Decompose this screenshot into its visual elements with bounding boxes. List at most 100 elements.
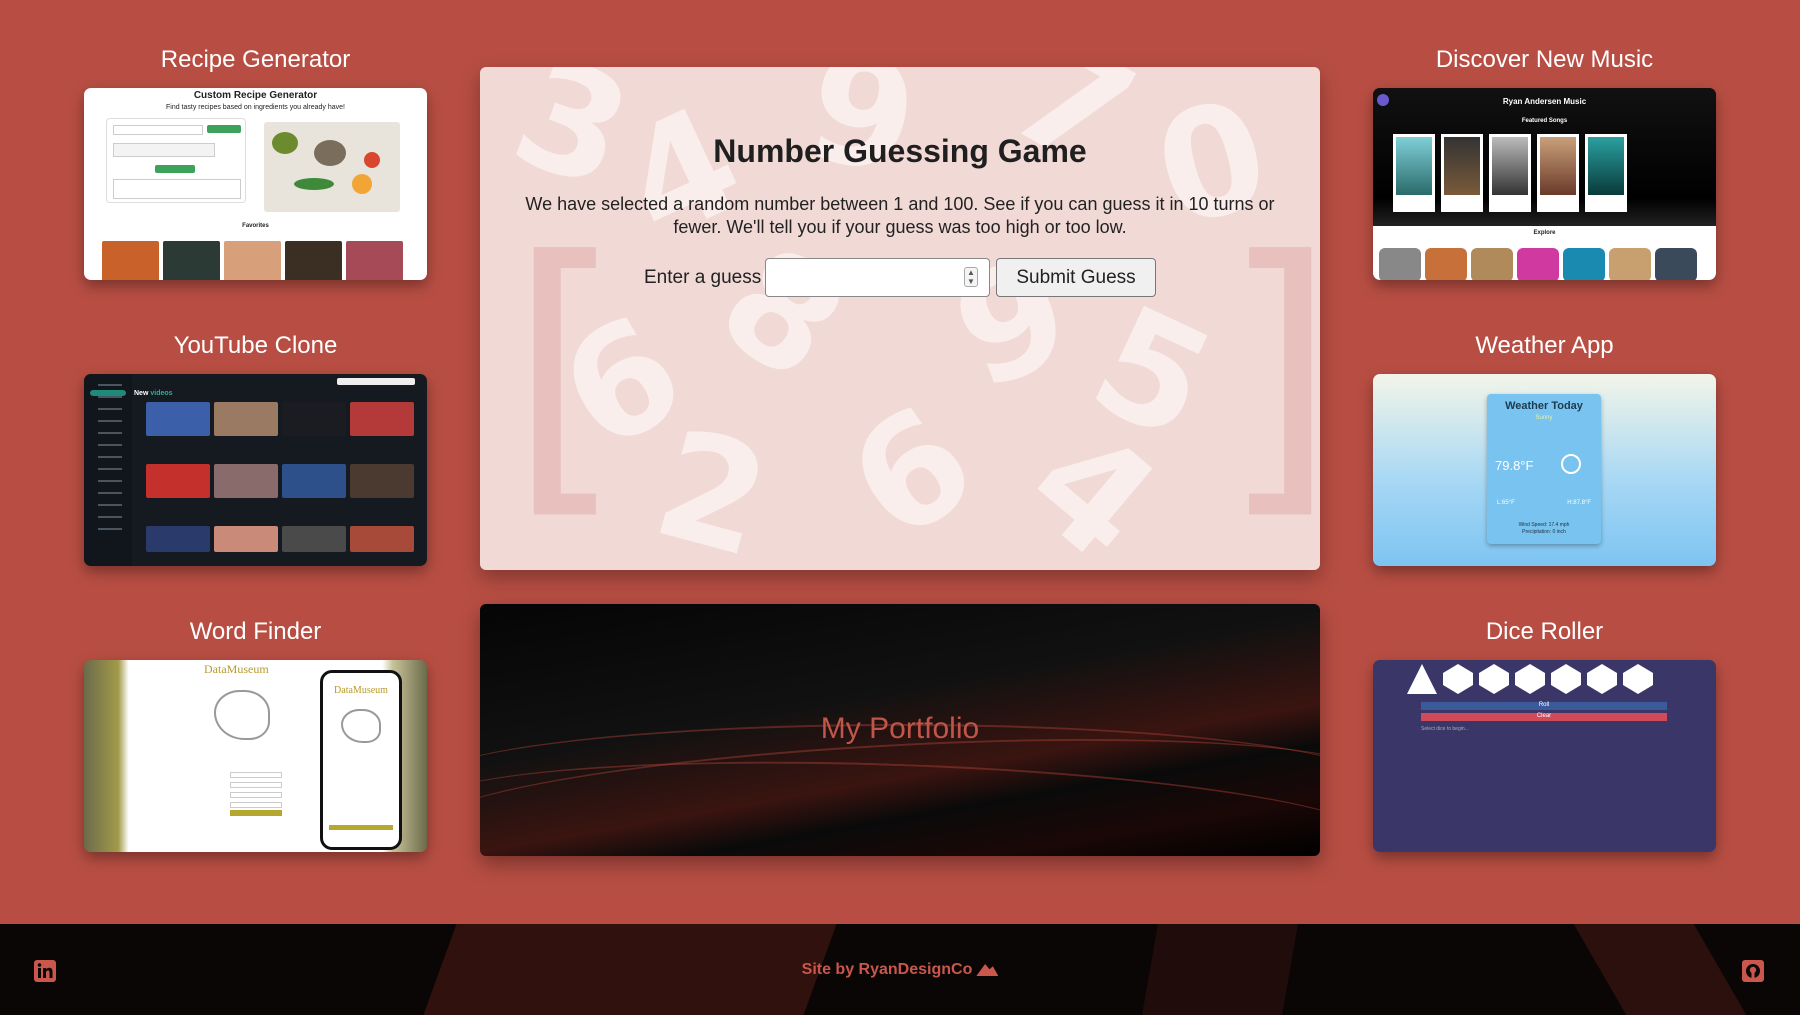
left-bracket: [ [508, 197, 626, 546]
d12-icon [1551, 664, 1581, 694]
clear-button: Clear [1421, 713, 1667, 721]
dice-thumbnail[interactable]: Roll Clear Select dice to begin... [1373, 660, 1716, 852]
add-ingredient-button [207, 125, 241, 133]
d4-icon [1407, 664, 1437, 694]
recipe-form-panel [106, 118, 246, 203]
d8-icon [1479, 664, 1509, 694]
explore-section: Explore [1373, 226, 1716, 280]
phone-logo: DataMuseum [334, 685, 388, 696]
youtube-thumbnail[interactable]: New videos [84, 374, 427, 566]
video-thumb [350, 526, 414, 552]
ingredient-field [113, 125, 203, 135]
weather-thumbnail[interactable]: Weather Today Sunny 79.8°F L:65°F H:87.8°… [1373, 374, 1716, 566]
generate-button [155, 165, 195, 173]
portfolio-label: My Portfolio [820, 712, 980, 745]
video-thumb [350, 402, 414, 436]
featured-label: Featured Songs [1521, 118, 1568, 124]
ingredients-image [264, 122, 400, 212]
roll-button: Roll [1421, 702, 1667, 710]
bg-digit: 6 [819, 372, 1005, 570]
weather-title: Weather App [1475, 332, 1614, 359]
video-thumb [214, 402, 278, 436]
bg-digit: 9 [933, 224, 1091, 424]
swirl-graphic [214, 690, 270, 740]
dice-hint: Select dice to begin... [1421, 726, 1469, 732]
number-spinner[interactable]: ▲ ▼ [964, 267, 978, 287]
yt-search [337, 378, 415, 385]
music-title: Discover New Music [1435, 46, 1654, 73]
weather-temp: 79.8°F [1495, 458, 1534, 473]
bowl-image [314, 140, 346, 166]
yt-home-pill [90, 390, 126, 396]
video-thumb [214, 464, 278, 498]
pasta-image [102, 241, 159, 280]
song-card [1537, 134, 1579, 212]
d10-icon [1515, 664, 1545, 694]
footer: Site by RyanDesignCo [0, 924, 1800, 1015]
guess-label: Enter a guess [644, 267, 762, 288]
recipe-subtitle: Find tasty recipes based on ingredients … [166, 104, 345, 111]
high-temp: H:87.8°F [1567, 500, 1591, 506]
video-thumb [282, 402, 346, 436]
weather-heading: Weather Today [1505, 400, 1583, 412]
guess-input[interactable] [765, 258, 990, 297]
low-temp: L:65°F [1497, 500, 1515, 506]
mountain-icon [976, 964, 999, 976]
word-finder-thumbnail[interactable]: DataMuseum DataMuseum [84, 660, 427, 852]
video-thumb [350, 464, 414, 498]
song-card [1441, 134, 1483, 212]
phone-swirl [341, 709, 381, 743]
game-description: We have selected a random number between… [525, 194, 1275, 237]
phone-button [329, 825, 393, 830]
music-name: Ryan Andersen Music [1502, 97, 1587, 106]
github-icon[interactable] [1742, 960, 1764, 982]
d100-icon [1623, 664, 1653, 694]
submit-guess-button[interactable]: Submit Guess [996, 258, 1156, 297]
datamuseum-logo: DataMuseum [204, 662, 269, 676]
game-title: Number Guessing Game [713, 133, 1087, 169]
precipitation: Precipitation: 0 inch [1522, 529, 1566, 535]
recipe-thumbnail[interactable]: Custom Recipe Generator Find tasty recip… [84, 88, 427, 280]
sun-icon [1561, 454, 1581, 474]
search-field [230, 772, 282, 778]
avocado-image [272, 132, 298, 154]
video-thumb [214, 526, 278, 552]
yt-video-grid [146, 402, 414, 552]
search-field [230, 782, 282, 788]
music-thumbnail[interactable]: Ryan Andersen Music Featured Songs Explo… [1373, 88, 1716, 280]
video-thumb [282, 526, 346, 552]
song-card [1393, 134, 1435, 212]
video-thumb [282, 464, 346, 498]
greens-image [294, 178, 334, 190]
search-field [230, 802, 282, 808]
number-guessing-game: 3 4 9 7 0 6 8 9 5 2 6 4 [ ] Number Guess… [480, 67, 1320, 570]
song-card [1489, 134, 1531, 212]
ingredient-list [113, 143, 215, 157]
dice-title: Dice Roller [1485, 618, 1604, 645]
recipe-title: Recipe Generator [160, 46, 351, 73]
site-credit: Site by RyanDesignCo [0, 961, 1800, 979]
phone-mockup: DataMuseum [320, 670, 402, 850]
salad-image [163, 241, 220, 280]
d20-icon [1587, 664, 1617, 694]
search-field [230, 792, 282, 798]
dessert-image [346, 241, 403, 280]
video-thumb [146, 464, 210, 498]
yt-sidebar [84, 374, 132, 566]
appetizer-image [224, 241, 281, 280]
egg-image [352, 174, 372, 194]
song-card [1585, 134, 1627, 212]
weather-card: Weather Today Sunny 79.8°F L:65°F H:87.8°… [1487, 394, 1601, 544]
wind-speed: Wind Speed: 17.4 mph [1518, 522, 1570, 528]
video-thumb [146, 526, 210, 552]
search-button [230, 810, 282, 816]
tomato-image [364, 152, 380, 168]
favorites-row [102, 241, 403, 280]
d6-icon [1443, 664, 1473, 694]
dietary-box [113, 179, 241, 199]
dice-row [1407, 664, 1653, 694]
favorites-label: Favorites [242, 223, 269, 229]
soup-image [285, 241, 342, 280]
portfolio-link[interactable]: My Portfolio [480, 604, 1320, 856]
word-finder-title: Word Finder [189, 618, 322, 645]
